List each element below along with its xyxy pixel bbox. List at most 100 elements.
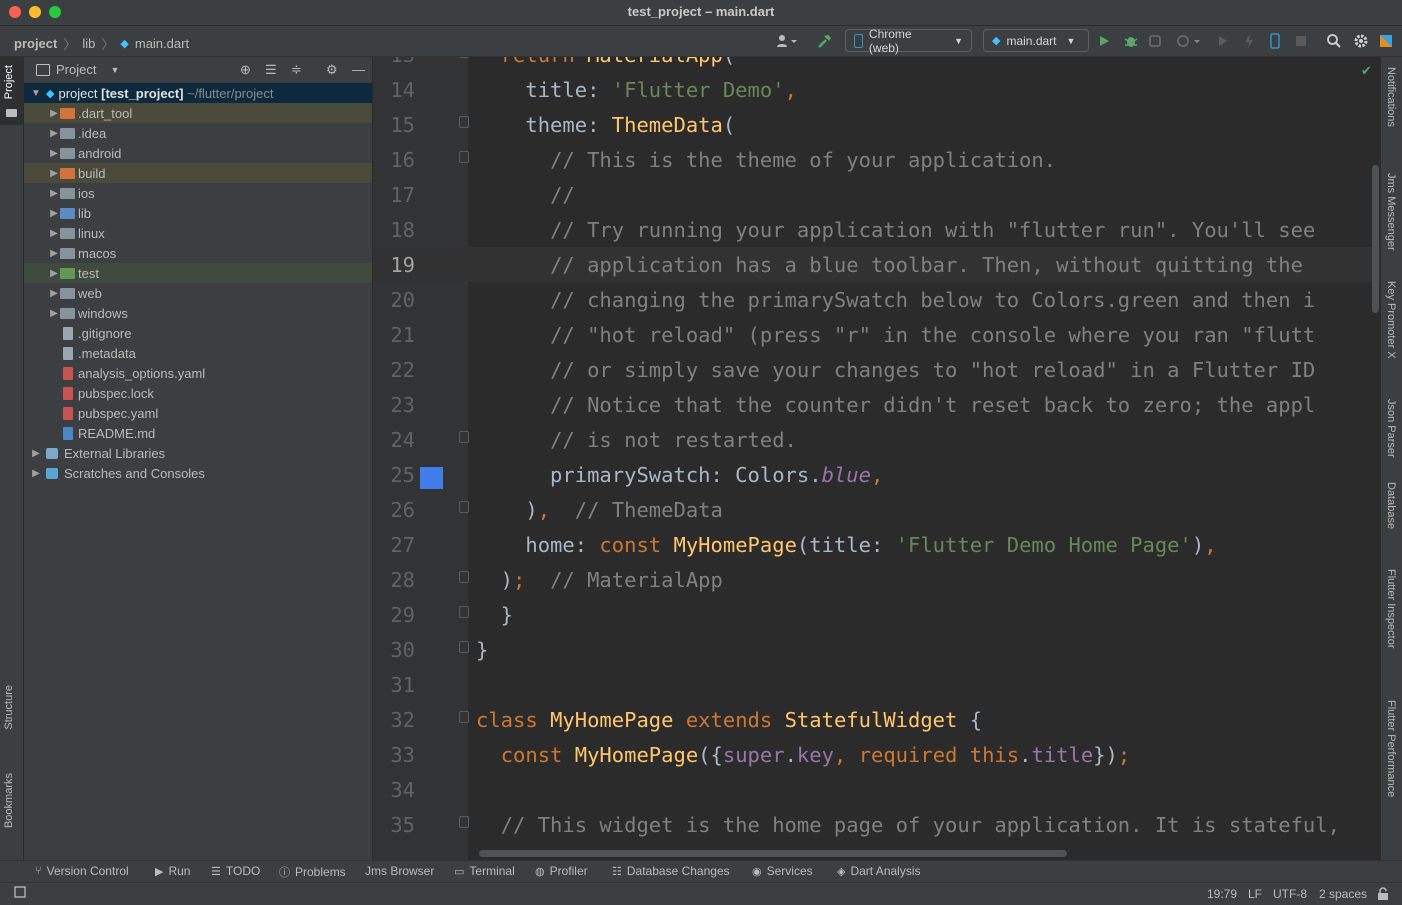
file-encoding[interactable]: UTF-8: [1273, 887, 1307, 901]
chevron-right-icon[interactable]: ▶: [30, 448, 42, 459]
expand-all-icon[interactable]: ☰: [265, 62, 277, 78]
chevron-right-icon[interactable]: ▶: [48, 208, 60, 219]
breadcrumb-lib[interactable]: lib: [82, 36, 95, 51]
caret-position[interactable]: 19:79: [1207, 887, 1237, 901]
user-account-icon[interactable]: [776, 30, 798, 52]
tree-item[interactable]: analysis_options.yaml: [24, 363, 372, 383]
tree-item[interactable]: pubspec.lock: [24, 383, 372, 403]
code-line[interactable]: 14 title: 'Flutter Demo',: [373, 72, 1381, 107]
tree-item[interactable]: ▶ ios: [24, 183, 372, 203]
stop-icon[interactable]: [1295, 30, 1307, 52]
code-line[interactable]: 23 // Notice that the counter didn't res…: [373, 387, 1381, 422]
right-tool-tab[interactable]: Json Parser: [1385, 399, 1397, 458]
fold-marker-icon[interactable]: [459, 431, 469, 443]
code-line[interactable]: 33 const MyHomePage({super.key, required…: [373, 737, 1381, 772]
code-line[interactable]: 19 // application has a blue toolbar. Th…: [373, 247, 1381, 282]
indent-setting[interactable]: 2 spaces: [1319, 887, 1367, 901]
tree-item[interactable]: ▶ macos: [24, 243, 372, 263]
chevron-right-icon[interactable]: ▶: [30, 468, 42, 479]
breadcrumb-main-dart[interactable]: main.dart: [135, 36, 189, 51]
code-line[interactable]: 31: [373, 667, 1381, 702]
chevron-right-icon[interactable]: ▶: [48, 308, 60, 319]
tree-item[interactable]: ▶ test: [24, 263, 372, 283]
bookmarks-tool-tab[interactable]: Bookmarks: [3, 773, 15, 828]
tree-item[interactable]: README.md: [24, 423, 372, 443]
code-line[interactable]: 16 // This is the theme of your applicat…: [373, 142, 1381, 177]
fold-marker-icon[interactable]: [459, 571, 469, 583]
code-line[interactable]: 34: [373, 772, 1381, 807]
code-line[interactable]: 27 home: const MyHomePage(title: 'Flutte…: [373, 527, 1381, 562]
breadcrumb-project[interactable]: project: [14, 36, 57, 51]
project-tool-tab[interactable]: Project: [3, 65, 15, 99]
code-line[interactable]: 24 // is not restarted.: [373, 422, 1381, 457]
right-tool-tab[interactable]: Flutter Inspector: [1385, 569, 1397, 648]
chevron-right-icon[interactable]: ▶: [48, 168, 60, 179]
project-view-selector[interactable]: Project ▼: [36, 62, 119, 77]
code-line[interactable]: 22 // or simply save your changes to "ho…: [373, 352, 1381, 387]
horizontal-scrollbar[interactable]: [479, 850, 1067, 857]
tree-item[interactable]: .metadata: [24, 343, 372, 363]
tree-item[interactable]: ▶ build: [24, 163, 372, 183]
right-tool-tab[interactable]: Flutter Performance: [1385, 700, 1397, 797]
run-with-coverage-icon[interactable]: [1148, 30, 1164, 52]
right-tool-tab[interactable]: Key Promoter X: [1385, 281, 1397, 359]
no-problems-check-icon[interactable]: ✔: [1361, 63, 1372, 79]
fold-marker-icon[interactable]: [459, 711, 469, 723]
tree-item[interactable]: ▶ web: [24, 283, 372, 303]
chevron-right-icon[interactable]: ▶: [48, 228, 60, 239]
hot-reload-icon[interactable]: [1242, 30, 1256, 52]
tree-root-project[interactable]: ▼ ◆ project [test_project] ~/flutter/pro…: [24, 83, 372, 103]
fold-marker-icon[interactable]: [459, 501, 469, 513]
bottom-tool-tab[interactable]: ◍ Profiler: [535, 864, 588, 878]
collapse-all-icon[interactable]: ≑: [291, 62, 302, 78]
device-selector[interactable]: Chrome (web) ▼: [845, 27, 972, 55]
tree-item[interactable]: ▶ windows: [24, 303, 372, 323]
chevron-right-icon[interactable]: ▶: [48, 248, 60, 259]
code-line[interactable]: 17 //: [373, 177, 1381, 212]
code-line[interactable]: 28 ); // MaterialApp: [373, 562, 1381, 597]
bottom-tool-tab[interactable]: Jms Browser: [365, 864, 434, 878]
right-tool-tab[interactable]: Jms Messenger: [1385, 173, 1397, 251]
right-tool-tab[interactable]: Notifications: [1385, 67, 1397, 127]
code-line[interactable]: 26 ), // ThemeData: [373, 492, 1381, 527]
fold-marker-icon[interactable]: [459, 641, 469, 653]
bottom-tool-tab[interactable]: ▭ Terminal: [454, 864, 515, 878]
bottom-tool-tab[interactable]: ⓘ Problems: [279, 864, 346, 880]
tree-item[interactable]: ▶ .idea: [24, 123, 372, 143]
right-tool-tab[interactable]: Database: [1385, 482, 1397, 529]
code-line[interactable]: 29 }: [373, 597, 1381, 632]
jetbrains-logo-icon[interactable]: [1378, 30, 1394, 52]
tree-item[interactable]: ▶ lib: [24, 203, 372, 223]
chevron-down-icon[interactable]: ▼: [30, 88, 42, 99]
code-line[interactable]: 13 return MaterialApp(: [373, 57, 1381, 72]
chevron-right-icon[interactable]: ▶: [48, 148, 60, 159]
vertical-scrollbar[interactable]: [1372, 165, 1379, 313]
external-libraries[interactable]: ▶ External Libraries: [24, 443, 372, 463]
tree-item[interactable]: pubspec.yaml: [24, 403, 372, 423]
fold-marker-icon[interactable]: [459, 151, 469, 163]
code-line[interactable]: 21 // "hot reload" (press "r" in the con…: [373, 317, 1381, 352]
chevron-right-icon[interactable]: ▶: [48, 268, 60, 279]
locate-file-icon[interactable]: ⊕: [240, 62, 251, 78]
tree-item[interactable]: .gitignore: [24, 323, 372, 343]
hide-panel-icon[interactable]: —: [352, 62, 365, 77]
tree-item[interactable]: ▶ .dart_tool: [24, 103, 372, 123]
code-line[interactable]: 15 theme: ThemeData(: [373, 107, 1381, 142]
code-line[interactable]: 30}: [373, 632, 1381, 667]
toggle-tool-windows-icon[interactable]: [14, 886, 26, 901]
debug-icon[interactable]: [1123, 30, 1139, 52]
fold-marker-icon[interactable]: [459, 116, 469, 128]
bottom-tool-tab[interactable]: ☰ TODO: [211, 864, 260, 878]
bottom-tool-tab[interactable]: ◉ Services: [752, 864, 813, 878]
tree-item[interactable]: ▶ android: [24, 143, 372, 163]
code-line[interactable]: 35 // This widget is the home page of yo…: [373, 807, 1381, 842]
fold-marker-icon[interactable]: [459, 816, 469, 828]
device-mirror-icon[interactable]: [1268, 30, 1282, 52]
bottom-tool-tab[interactable]: ⑂ Version Control: [35, 864, 129, 878]
tree-item[interactable]: ▶ linux: [24, 223, 372, 243]
code-line[interactable]: 32 class MyHomePage extends StatefulWidge…: [373, 702, 1381, 737]
bottom-tool-tab[interactable]: ☷ Database Changes: [612, 864, 730, 878]
line-separator[interactable]: LF: [1248, 887, 1262, 901]
attach-debugger-icon[interactable]: [1216, 30, 1230, 52]
chevron-right-icon[interactable]: ▶: [48, 188, 60, 199]
